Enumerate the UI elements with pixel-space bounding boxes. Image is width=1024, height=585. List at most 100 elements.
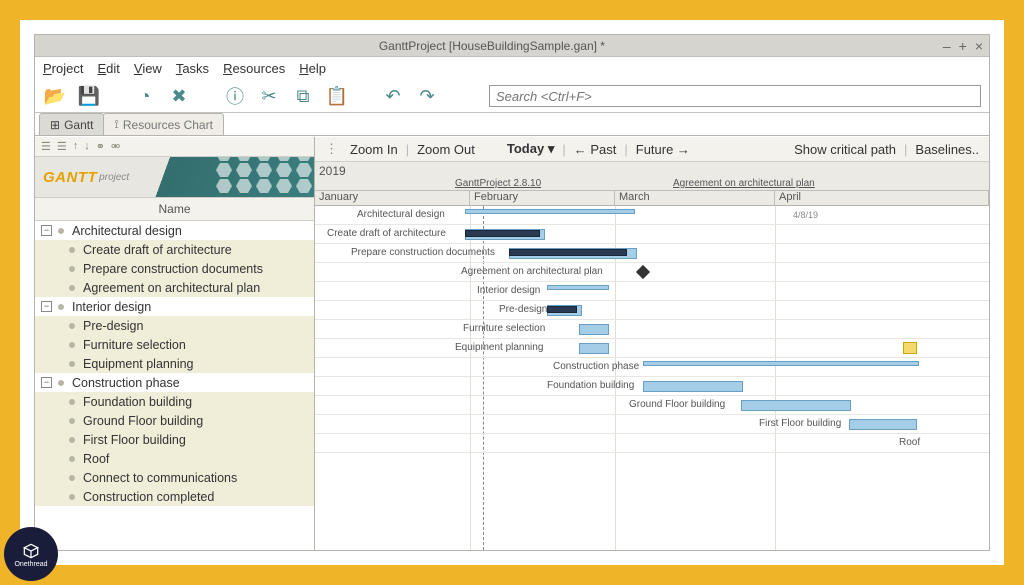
task-label: Roof [83,452,109,466]
menu-help[interactable]: Help [299,61,326,76]
task-label: Pre-design [83,319,143,333]
task-bar[interactable] [547,285,609,290]
task-bar[interactable] [547,306,577,313]
task-row[interactable]: Prepare construction documents [35,259,314,278]
menu-view[interactable]: View [134,61,162,76]
gantt-row: Prepare construction documents [315,244,989,263]
note-icon[interactable] [903,342,917,354]
today-button[interactable]: Today ▾ [501,139,560,159]
menu-project[interactable]: Project [43,61,83,76]
bar-label: Ground Floor building [629,399,725,410]
task-bar[interactable] [579,343,609,354]
task-row[interactable]: −Architectural design [35,221,314,240]
task-bar[interactable] [643,361,919,366]
month-mar: March [615,191,775,205]
bar-label: Agreement on architectural plan [461,266,603,277]
task-label: Agreement on architectural plan [83,281,260,295]
task-row[interactable]: Pre-design [35,316,314,335]
task-bar[interactable] [579,324,609,335]
task-bar[interactable] [465,209,635,214]
main-toolbar: 📂 💾 ◔ ✖ ⓘ ✂ ⧉ 📋 ↶ ↷ [35,80,989,113]
tab-gantt[interactable]: ⊞Gantt [39,113,104,135]
milestone-icon[interactable] [636,265,650,279]
move-up-icon[interactable]: ↑ [73,140,79,153]
watermark-badge: Onethread [4,527,58,581]
task-row[interactable]: Roof [35,449,314,468]
task-row[interactable]: First Floor building [35,430,314,449]
save-icon[interactable]: 💾 [77,84,101,108]
task-toolbar: ☰ ☰ ↑ ↓ ⚭ ⚮ [35,137,314,157]
bar-label: Interior design [477,285,540,296]
menu-edit[interactable]: Edit [97,61,119,76]
zoom-in-button[interactable]: Zoom In [344,140,404,159]
task-bar[interactable] [849,419,917,430]
task-bar[interactable] [465,230,540,237]
outdent-icon[interactable]: ☰ [41,140,51,153]
gantt-chart[interactable]: 4/8/19 Architectural designCreate draft … [315,206,989,550]
task-row[interactable]: Equipment planning [35,354,314,373]
task-row[interactable]: −Construction phase [35,373,314,392]
task-panel: ☰ ☰ ↑ ↓ ⚭ ⚮ GANTTproject Name −Architect… [35,137,315,550]
task-row[interactable]: Agreement on architectural plan [35,278,314,297]
task-row[interactable]: Connect to communications [35,468,314,487]
menu-tasks[interactable]: Tasks [176,61,209,76]
cut-icon[interactable]: ✂ [257,84,281,108]
redo-icon[interactable]: ↷ [415,84,439,108]
bar-label: Foundation building [547,380,634,391]
task-row[interactable]: Furniture selection [35,335,314,354]
unlink-icon[interactable]: ⚮ [111,140,120,153]
past-button[interactable]: ← Past [568,140,623,159]
menu-resources[interactable]: Resources [223,61,285,76]
annotation-milestone: Agreement on architectural plan [673,178,815,189]
link-icon[interactable]: ⚭ [96,140,105,153]
open-icon[interactable]: 📂 [43,84,67,108]
gantt-row: Furniture selection [315,320,989,339]
task-label: Prepare construction documents [83,262,263,276]
timeline-header: 2019 GanttProject 2.8.10 Agreement on ar… [315,162,989,206]
zoom-out-button[interactable]: Zoom Out [411,140,481,159]
info-icon[interactable]: ⓘ [223,84,247,108]
task-label: Create draft of architecture [83,243,232,257]
maximize-icon[interactable]: + [959,38,967,54]
task-row[interactable]: Create draft of architecture [35,240,314,259]
baselines-button[interactable]: Baselines.. [909,140,985,159]
future-button[interactable]: Future → [630,140,696,159]
move-down-icon[interactable]: ↓ [84,140,90,153]
options-icon[interactable]: ⋮ [319,141,344,157]
task-row[interactable]: Construction completed [35,487,314,506]
task-label: Ground Floor building [83,414,203,428]
gantt-row: Agreement on architectural plan [315,263,989,282]
task-bar[interactable] [741,400,851,411]
bar-label: Prepare construction documents [351,247,495,258]
task-label: First Floor building [83,433,186,447]
task-row[interactable]: Foundation building [35,392,314,411]
gantt-panel: ⋮ Zoom In | Zoom Out Today ▾ | ← Past | … [315,137,989,550]
task-row[interactable]: Ground Floor building [35,411,314,430]
gantt-row: Foundation building [315,377,989,396]
copy-icon[interactable]: ⧉ [291,84,315,108]
gantt-row: Interior design [315,282,989,301]
gantt-row: Roof [315,434,989,453]
undo-icon[interactable]: ↶ [381,84,405,108]
task-label: Furniture selection [83,338,186,352]
paste-icon[interactable]: 📋 [325,84,349,108]
collapse-icon[interactable]: − [41,225,52,236]
delete-icon[interactable]: ✖ [167,84,191,108]
search-input[interactable] [489,85,981,107]
bar-label: Equipment planning [455,342,543,353]
indent-icon[interactable]: ☰ [57,140,67,153]
close-icon[interactable]: × [975,38,983,54]
collapse-icon[interactable]: − [41,301,52,312]
task-row[interactable]: −Interior design [35,297,314,316]
task-bar[interactable] [509,249,627,256]
tab-resources-chart[interactable]: ⟟Resources Chart [103,113,224,135]
collapse-icon[interactable]: − [41,377,52,388]
critical-path-button[interactable]: Show critical path [788,140,902,159]
gantt-row: First Floor building [315,415,989,434]
task-tree[interactable]: −Architectural design Create draft of arc… [35,221,314,550]
clock-icon[interactable]: ◔ [133,84,157,108]
gantt-toolbar: ⋮ Zoom In | Zoom Out Today ▾ | ← Past | … [315,137,989,162]
task-bar[interactable] [643,381,743,392]
minimize-icon[interactable]: – [943,38,951,54]
bar-label: First Floor building [759,418,841,429]
